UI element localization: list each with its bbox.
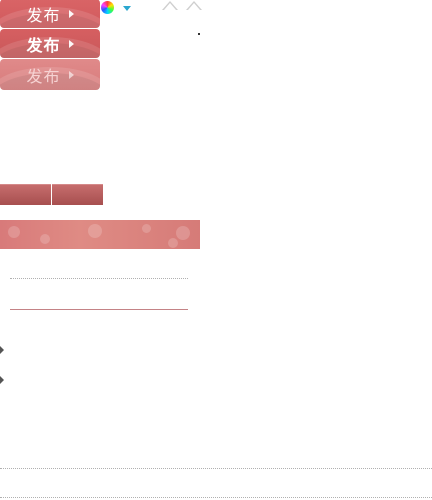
chevron-right-icon xyxy=(68,39,74,48)
bokeh-light xyxy=(142,224,151,233)
publish-label: 发布 xyxy=(26,5,61,25)
tab-right[interactable] xyxy=(52,184,103,205)
divider-dotted xyxy=(0,497,432,498)
bokeh-light xyxy=(168,238,178,248)
chevron-down-icon[interactable] xyxy=(123,6,131,11)
chevron-up-icon[interactable] xyxy=(186,1,202,10)
page: 发布 发布 发布 xyxy=(0,0,432,500)
publish-label: 发布 xyxy=(26,66,61,86)
banner xyxy=(0,220,200,249)
bokeh-light xyxy=(88,224,102,238)
tab-left[interactable] xyxy=(0,184,51,205)
publish-button-hover[interactable]: 发布 xyxy=(0,29,100,58)
chevron-right-icon xyxy=(0,346,4,354)
divider-solid xyxy=(10,309,188,310)
color-wheel-icon[interactable] xyxy=(101,1,114,14)
dot-marker xyxy=(198,33,200,35)
chevron-up-icon[interactable] xyxy=(162,1,178,10)
chevron-right-icon xyxy=(0,376,4,384)
publish-button-disabled: 发布 xyxy=(0,59,100,90)
publish-label: 发布 xyxy=(26,35,61,55)
bokeh-light xyxy=(176,226,190,240)
bokeh-light xyxy=(40,234,50,244)
divider-dotted xyxy=(0,468,432,469)
chevron-right-icon xyxy=(68,70,74,79)
publish-button-normal[interactable]: 发布 xyxy=(0,0,100,28)
divider-dotted xyxy=(10,278,188,279)
chevron-right-icon xyxy=(68,9,74,18)
bokeh-light xyxy=(8,226,20,238)
